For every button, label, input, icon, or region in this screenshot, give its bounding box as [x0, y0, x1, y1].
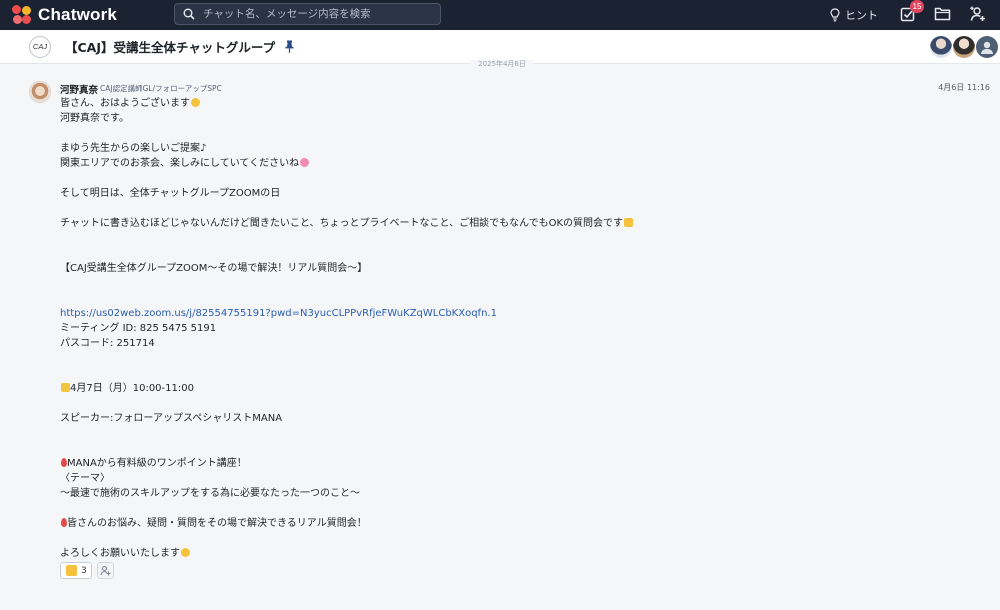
- message-line: 〈テーマ〉: [60, 473, 110, 484]
- message-line: [60, 366, 960, 381]
- search-icon: [183, 8, 195, 20]
- message-line: [60, 531, 960, 546]
- smile-emoji-icon: [181, 548, 190, 557]
- hint-label: ヒント: [845, 9, 878, 22]
- message-line: [60, 351, 960, 366]
- author-role: CAJ認定講師GL/フォローアップSPC: [100, 84, 222, 93]
- message-timestamp[interactable]: 4月6日 11:16: [938, 82, 990, 93]
- message-line: [60, 231, 960, 246]
- message-line: よろしくお願いいたします: [60, 546, 960, 561]
- message-line: [60, 441, 960, 456]
- message-line: [60, 171, 960, 186]
- search-box[interactable]: [174, 3, 441, 25]
- room-icon[interactable]: CAJ: [29, 35, 51, 58]
- message-line: 皆さん、おはようございます: [60, 96, 960, 111]
- hint-button[interactable]: ヒント: [830, 7, 878, 23]
- message-line: [60, 426, 960, 441]
- message-line: ミーティング ID: 825 5475 5191: [60, 323, 217, 334]
- member-avatar[interactable]: [953, 36, 975, 58]
- reactions-bar: 3: [60, 562, 114, 579]
- message-line: スピーカー:フォローアップスペシャリストMANA: [60, 413, 283, 424]
- chatwork-logo-icon: [12, 5, 32, 25]
- reaction-chip[interactable]: 3: [60, 562, 92, 579]
- folder-icon: [934, 7, 951, 20]
- add-contact-button[interactable]: [969, 5, 986, 26]
- message-line: [60, 276, 960, 291]
- message-body: 皆さん、おはようございます 河野真奈です。 まゆう先生からの楽しいご提案♪ 関東…: [60, 96, 960, 561]
- raised-hands-emoji-icon: [66, 565, 77, 576]
- member-avatar[interactable]: [930, 36, 952, 58]
- add-reaction-icon: [100, 566, 111, 576]
- top-bar: Chatwork ヒント 15: [0, 0, 1000, 30]
- person-icon: [981, 41, 993, 54]
- tasks-button[interactable]: 15: [900, 0, 924, 24]
- smile-emoji-icon: [191, 98, 200, 107]
- message-line: [60, 246, 960, 261]
- message-line: そして明日は、全体チャットグループZOOMの日: [60, 188, 281, 199]
- message-line: [60, 201, 960, 216]
- chatwork-logo[interactable]: Chatwork: [12, 5, 162, 25]
- message-line: 河野真奈です。: [60, 113, 129, 124]
- tasks-count-badge: 15: [910, 0, 924, 13]
- raised-hands-emoji-icon: [624, 218, 634, 227]
- message-line: [60, 501, 960, 516]
- search-input[interactable]: [203, 8, 433, 20]
- message-line: 皆さんのお悩み、疑問・質問をその場で解決できるリアル質問会！: [60, 516, 960, 531]
- add-contact-icon: [970, 6, 985, 21]
- room-title: 【CAJ】受講生全体チャットグループ: [65, 40, 276, 55]
- files-button[interactable]: [934, 6, 951, 25]
- message-line: [60, 291, 960, 306]
- message-line: MANAから有料級のワンポイント講座！: [60, 456, 960, 471]
- flower-emoji-icon: [300, 158, 310, 167]
- member-avatar-default[interactable]: [976, 36, 998, 58]
- crown-emoji-icon: [61, 383, 70, 392]
- message-line: まゆう先生からの楽しいご提案♪: [60, 143, 207, 154]
- zoom-link[interactable]: https://us02web.zoom.us/j/82554755191?pw…: [60, 306, 960, 321]
- avatar[interactable]: [29, 81, 51, 103]
- message-line: 4月7日（月）10:00-11:00: [60, 381, 960, 396]
- pin-icon[interactable]: [285, 40, 294, 53]
- message-line: [60, 396, 960, 411]
- message-line: 〜最速で施術のスキルアップをする為に必要なたった一つのこと〜: [60, 488, 360, 499]
- reaction-count: 3: [81, 565, 87, 576]
- message-line: 【CAJ受講生全体グループZOOM〜その場で解決！リアル質問会〜】: [60, 263, 368, 274]
- lightbulb-icon: [830, 8, 840, 22]
- message-line: [60, 126, 960, 141]
- message-author[interactable]: 河野真奈: [60, 82, 98, 96]
- add-reaction-button[interactable]: [96, 562, 114, 579]
- message-line: パスコード: 251714: [60, 338, 155, 349]
- room-header: CAJ 【CAJ】受講生全体チャットグループ: [0, 30, 1000, 64]
- message-line: 関東エリアでのお茶会、楽しみにしていてくださいね: [60, 156, 960, 171]
- message-line: チャットに書き込むほどじゃないんだけど聞きたいこと、ちょっとプライベートなこと、…: [60, 216, 960, 231]
- message-item: 河野真奈 CAJ認定講師GL/フォローアップSPC 4月6日 11:16 皆さん…: [0, 70, 1000, 610]
- app-name: Chatwork: [38, 5, 118, 24]
- room-members[interactable]: [929, 36, 998, 58]
- date-separator: 2025年4月6日: [470, 60, 534, 70]
